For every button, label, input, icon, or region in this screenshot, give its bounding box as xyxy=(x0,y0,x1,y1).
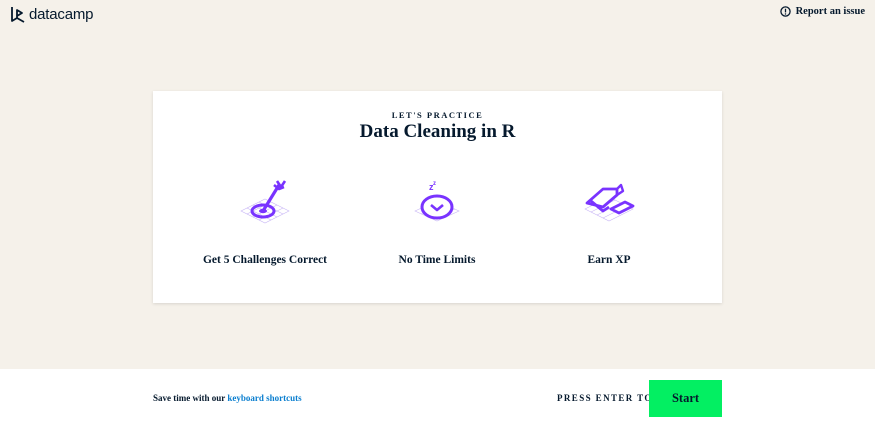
feature-label: Earn XP xyxy=(587,254,631,266)
keyboard-shortcuts-link[interactable]: keyboard shortcuts xyxy=(227,393,301,403)
report-issue-button[interactable]: Report an issue xyxy=(779,6,865,17)
feature-label: Get 5 Challenges Correct xyxy=(202,254,328,266)
datacamp-logo-icon xyxy=(11,7,25,23)
stopwatch-icon: z z xyxy=(414,181,460,222)
feature-label: No Time Limits xyxy=(398,254,476,266)
target-arrow-icon xyxy=(240,180,290,224)
top-bar: datacamp Report an issue xyxy=(0,0,875,30)
feature-time: z z No Time Limits xyxy=(352,175,522,266)
footer-bar: Save time with our keyboard shortcuts PR… xyxy=(0,369,875,423)
report-issue-label: Report an issue xyxy=(795,6,865,17)
practice-card: LET'S PRACTICE Data Cleaning in R Get 5 … xyxy=(153,91,722,303)
page-title: Data Cleaning in R xyxy=(359,121,516,142)
trophy-icon xyxy=(584,183,635,222)
svg-text:z: z xyxy=(433,181,436,187)
eyebrow-label: LET'S PRACTICE xyxy=(391,110,484,120)
tip-text: Save time with our xyxy=(153,393,226,403)
feature-xp: Earn XP xyxy=(524,175,694,266)
feature-challenges: Get 5 Challenges Correct xyxy=(180,175,350,266)
alert-circle-icon xyxy=(779,6,791,17)
shortcut-tip: Save time with our keyboard shortcuts xyxy=(153,393,302,403)
start-button[interactable]: Start xyxy=(649,380,722,417)
datacamp-logo[interactable]: datacamp xyxy=(10,4,93,24)
press-enter-label: PRESS ENTER TO xyxy=(557,393,653,403)
logo-text: datacamp xyxy=(29,5,94,23)
